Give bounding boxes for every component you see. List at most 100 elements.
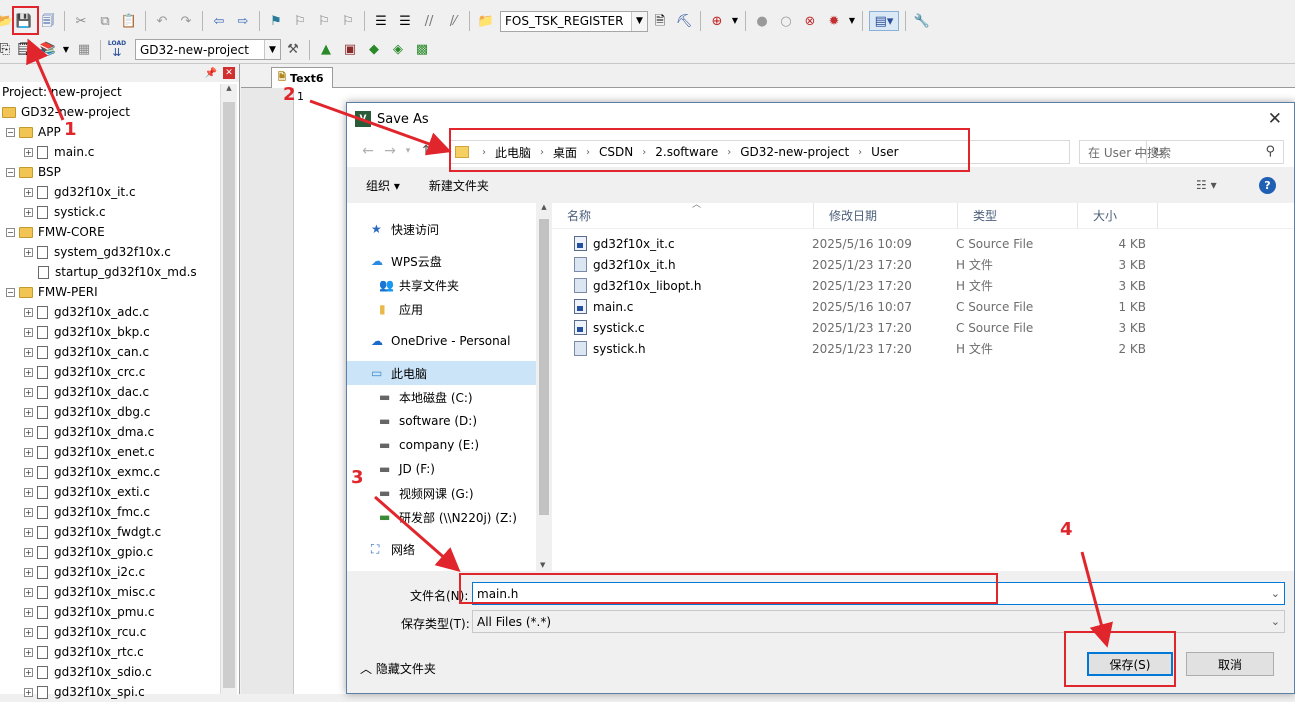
collapse-icon[interactable]: −	[6, 127, 15, 137]
chevron-down-icon[interactable]: ▼	[264, 40, 280, 59]
project-scrollbar[interactable]: ▲	[220, 84, 237, 694]
tree-file[interactable]: + gd32f10x_pmu.c	[0, 602, 239, 622]
tree-file[interactable]: + system_gd32f10x.c	[0, 242, 239, 262]
tree-file[interactable]: + gd32f10x_sdio.c	[0, 662, 239, 682]
tree-file[interactable]: + gd32f10x_misc.c	[0, 582, 239, 602]
organize-button[interactable]: 组织 ▾	[366, 177, 400, 194]
nav-item[interactable]: ▬ 研发部 (\\N220j) (Z:)	[347, 505, 552, 529]
scroll-down-icon[interactable]: ▼	[540, 561, 545, 569]
open-folder-icon[interactable]: 📂	[0, 11, 13, 31]
select-packs-icon[interactable]: ▣	[340, 40, 360, 60]
file-row[interactable]: main.c 2025/5/16 10:07 C Source File 1 K…	[552, 296, 1294, 317]
expand-icon[interactable]: +	[24, 327, 33, 337]
translate-icon[interactable]: ⎘	[0, 40, 10, 60]
find-combo[interactable]: FOS_TSK_REGISTER ▼	[500, 10, 648, 32]
search-input[interactable]: 在 User 中搜索 ⚲	[1079, 140, 1284, 164]
expand-icon[interactable]: +	[24, 667, 33, 677]
tree-file[interactable]: + gd32f10x_dac.c	[0, 382, 239, 402]
scroll-up-icon[interactable]: ▲	[221, 84, 237, 92]
tree-file[interactable]: + gd32f10x_exti.c	[0, 482, 239, 502]
column-date[interactable]: 修改日期	[814, 202, 958, 229]
expand-icon[interactable]: +	[24, 607, 33, 617]
expand-icon[interactable]: +	[24, 407, 33, 417]
settings-wrench-icon[interactable]: 🔧	[912, 11, 932, 31]
tree-file[interactable]: + gd32f10x_i2c.c	[0, 562, 239, 582]
expand-icon[interactable]: +	[24, 567, 33, 577]
scrollbar-thumb[interactable]	[539, 219, 549, 515]
incremental-find-icon[interactable]: ⛏	[674, 11, 694, 31]
uncomment-icon[interactable]: /⁄	[443, 11, 463, 31]
nav-item[interactable]: ▭ 此电脑	[347, 361, 552, 385]
help-icon[interactable]: ?	[1259, 176, 1276, 194]
manage-components-icon[interactable]: ▲	[316, 40, 336, 60]
expand-icon[interactable]: +	[24, 147, 33, 157]
close-icon[interactable]: ✕	[1268, 109, 1282, 129]
nav-item[interactable]: ▮ 应用	[347, 297, 552, 321]
comment-icon[interactable]: //	[419, 11, 439, 31]
nav-item[interactable]: ▬ JD (F:)	[347, 457, 552, 481]
target-options-icon[interactable]: ⚒	[283, 40, 303, 60]
expand-icon[interactable]: +	[24, 547, 33, 557]
expand-icon[interactable]: +	[24, 207, 33, 217]
nav-item[interactable]: 👥 共享文件夹	[347, 273, 552, 297]
redo-icon[interactable]: ↷	[176, 11, 196, 31]
expand-icon[interactable]: +	[24, 307, 33, 317]
expand-icon[interactable]: +	[24, 187, 33, 197]
bookmark-icon[interactable]: ⚑	[266, 11, 286, 31]
expand-icon[interactable]: +	[24, 527, 33, 537]
expand-icon[interactable]: +	[24, 507, 33, 517]
scroll-up-icon[interactable]: ▲	[536, 203, 552, 211]
scrollbar-thumb[interactable]	[223, 102, 235, 688]
nav-item[interactable]: ★ 快速访问	[347, 217, 552, 241]
up-arrow-icon[interactable]: ↑	[415, 143, 437, 159]
tree-group[interactable]: − FMW-CORE	[0, 222, 239, 242]
copy-icon[interactable]: ⧉	[95, 11, 115, 31]
batch-build-icon[interactable]: ▦	[74, 40, 94, 60]
expand-icon[interactable]: +	[24, 467, 33, 477]
project-root[interactable]: GD32-new-project	[0, 102, 239, 122]
tree-file[interactable]: + gd32f10x_enet.c	[0, 442, 239, 462]
tree-file[interactable]: + gd32f10x_adc.c	[0, 302, 239, 322]
tree-file[interactable]: + gd32f10x_dma.c	[0, 422, 239, 442]
tree-file[interactable]: + gd32f10x_gpio.c	[0, 542, 239, 562]
bookmark-prev-icon[interactable]: ⚐	[290, 11, 310, 31]
column-type[interactable]: 类型	[958, 202, 1078, 229]
nav-item[interactable]: ▬ software (D:)	[347, 409, 552, 433]
chevron-down-icon[interactable]: ▾	[401, 146, 415, 156]
chevron-down-icon[interactable]: ▼	[731, 11, 739, 31]
indent-icon[interactable]: ☰	[371, 11, 391, 31]
expand-icon[interactable]: +	[24, 487, 33, 497]
find-icon[interactable]: 🗎	[650, 11, 670, 31]
tree-file[interactable]: + gd32f10x_fmc.c	[0, 502, 239, 522]
hide-folders-toggle[interactable]: ︿ 隐藏文件夹	[360, 660, 436, 677]
pack-installer-icon[interactable]: ◆	[364, 40, 384, 60]
paste-icon[interactable]: 📋	[119, 11, 139, 31]
chevron-down-icon[interactable]: ⌄	[1271, 587, 1280, 600]
back-arrow-icon[interactable]: ←	[357, 143, 379, 159]
tree-file[interactable]: startup_gd32f10x_md.s	[0, 262, 239, 282]
tree-file[interactable]: + gd32f10x_dbg.c	[0, 402, 239, 422]
chevron-down-icon[interactable]: ▼	[631, 11, 647, 31]
collapse-icon[interactable]: −	[6, 227, 15, 237]
tree-file[interactable]: + systick.c	[0, 202, 239, 222]
file-row[interactable]: systick.c 2025/1/23 17:20 C Source File …	[552, 317, 1294, 338]
rebuild-icon[interactable]: 📚	[38, 40, 58, 60]
chevron-down-icon[interactable]: ⌄	[1271, 615, 1280, 628]
tree-file[interactable]: + gd32f10x_can.c	[0, 342, 239, 362]
breakpoint-kill-icon[interactable]: ✹	[824, 11, 844, 31]
nav-item[interactable]: ☁ OneDrive - Personal	[347, 329, 552, 353]
column-size[interactable]: 大小	[1078, 202, 1158, 229]
pin-icon[interactable]: 📌	[205, 68, 217, 79]
column-name[interactable]: 名称	[552, 202, 814, 229]
close-icon[interactable]: ✕	[223, 67, 235, 79]
expand-icon[interactable]: +	[24, 647, 33, 657]
breakpoint-disable-icon[interactable]: ○	[776, 11, 796, 31]
expand-icon[interactable]: +	[24, 587, 33, 597]
build-icon[interactable]: 🗒	[14, 40, 34, 60]
tree-file[interactable]: + gd32f10x_exmc.c	[0, 462, 239, 482]
file-row[interactable]: systick.h 2025/1/23 17:20 H 文件 2 KB	[552, 338, 1294, 359]
nav-item[interactable]: ▬ company (E:)	[347, 433, 552, 457]
collapse-icon[interactable]: −	[6, 287, 15, 297]
rte-icon[interactable]: ◈	[388, 40, 408, 60]
expand-icon[interactable]: +	[24, 627, 33, 637]
